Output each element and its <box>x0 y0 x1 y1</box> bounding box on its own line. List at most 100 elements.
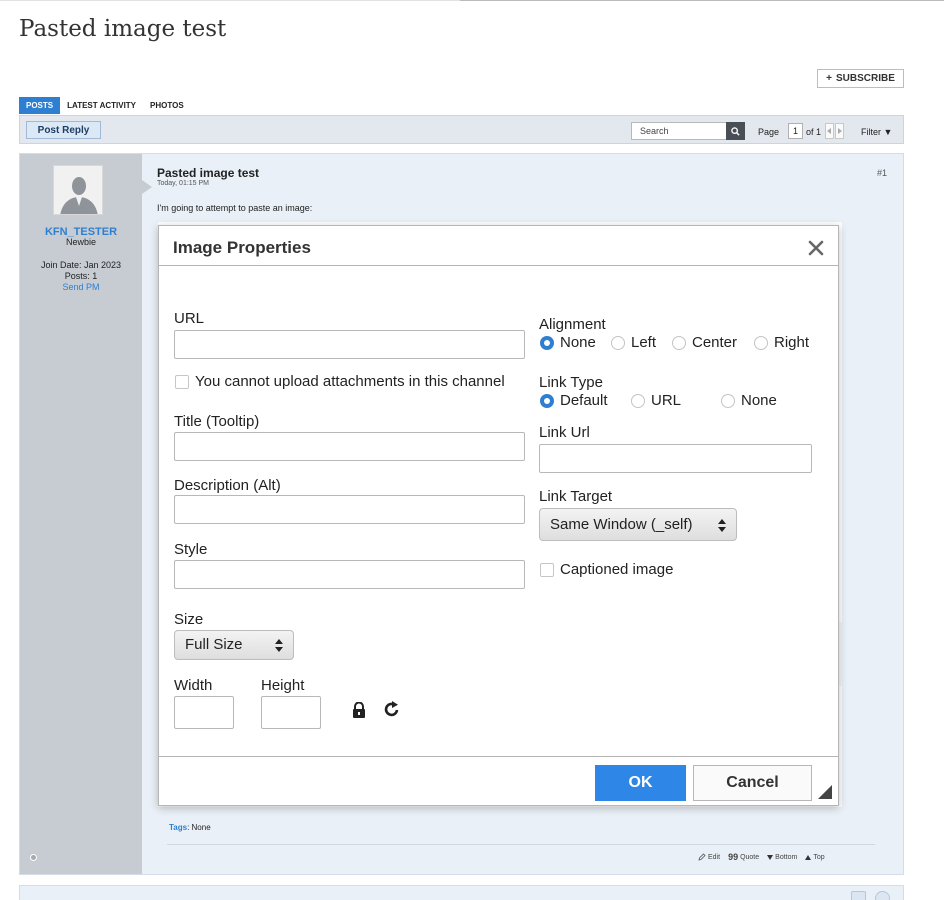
alignment-right-label: Right <box>774 334 810 351</box>
captioned-image-checkbox[interactable] <box>540 563 554 577</box>
caret-right-icon <box>838 128 842 134</box>
post-date: Today, 01:15 PM <box>157 180 210 187</box>
bottom-label: Bottom <box>775 853 798 861</box>
height-label: Height <box>261 677 305 694</box>
dialog-footer: OK Cancel <box>159 756 838 805</box>
description-alt-label: Description (Alt) <box>174 477 281 494</box>
width-label: Width <box>174 677 213 694</box>
post-action-button[interactable] <box>851 891 866 900</box>
upload-note: You cannot upload attachments in this ch… <box>195 373 505 390</box>
edit-button[interactable]: Edit <box>698 852 720 862</box>
post-count: Posts: 1 <box>64 271 98 281</box>
height-field[interactable] <box>261 696 321 729</box>
triangle-down-icon <box>767 854 774 860</box>
select-arrows-icon <box>275 639 283 652</box>
link-type-none-radio[interactable] <box>721 394 735 408</box>
upload-checkbox <box>175 375 189 389</box>
resize-grip-icon[interactable] <box>818 785 832 799</box>
post-body-text: I'm going to attempt to paste an image: <box>157 203 313 213</box>
post-reply-button[interactable]: Post Reply <box>26 121 101 139</box>
send-pm-link[interactable]: Send PM <box>20 282 142 292</box>
triangle-up-icon <box>805 854 812 860</box>
post-title: Pasted image test <box>157 166 260 180</box>
top-divider <box>0 0 944 1</box>
post-number-link[interactable]: #1 <box>877 168 887 178</box>
link-target-value: Same Window (_self) <box>550 516 693 533</box>
alignment-none-radio[interactable] <box>540 336 554 350</box>
dialog-title: Image Properties <box>173 238 311 257</box>
next-page-button[interactable] <box>835 123 844 139</box>
top-label: Top <box>813 853 825 861</box>
join-date: Join Date: Jan 2023 <box>40 260 122 270</box>
plus-icon: + <box>826 73 832 84</box>
search-button[interactable] <box>726 122 745 140</box>
channel-tabs: POSTS LATEST ACTIVITY PHOTOS <box>19 97 191 114</box>
size-select-value: Full Size <box>185 636 243 653</box>
close-icon[interactable] <box>807 239 825 257</box>
post-divider <box>167 844 875 845</box>
subscribe-label: SUBSCRIBE <box>835 73 895 84</box>
link-type-default-label: Default <box>560 392 608 409</box>
link-target-select[interactable]: Same Window (_self) <box>539 508 737 541</box>
captioned-image-label: Captioned image <box>560 561 674 578</box>
user-rank: Newbie <box>65 237 96 247</box>
dialog-header: Image Properties <box>159 226 838 266</box>
filter-dropdown[interactable]: Filter ▼ <box>861 127 892 137</box>
top-button[interactable]: Top <box>805 852 825 862</box>
subscribe-button[interactable]: + SUBSCRIBE <box>817 69 904 88</box>
user-info-column: KFN_TESTER Newbie Join Date: Jan 2023 Po… <box>20 154 142 874</box>
lock-icon[interactable] <box>352 702 366 718</box>
cancel-button[interactable]: Cancel <box>693 765 812 801</box>
post-controls: Edit 99 Quote Bottom Top <box>698 852 825 862</box>
caret-left-icon <box>827 128 831 134</box>
tab-latest-activity[interactable]: LATEST ACTIVITY <box>60 97 143 114</box>
link-url-field[interactable] <box>539 444 812 473</box>
style-label: Style <box>174 541 208 558</box>
tags-label[interactable]: Tags <box>169 823 187 832</box>
url-field[interactable] <box>174 330 525 359</box>
search-icon <box>731 126 740 136</box>
alignment-label: Alignment <box>539 316 606 333</box>
bottom-button[interactable]: Bottom <box>767 852 797 862</box>
default-avatar-icon <box>54 166 102 214</box>
link-target-label: Link Target <box>539 488 613 505</box>
url-label: URL <box>174 310 205 327</box>
tab-posts[interactable]: POSTS <box>19 97 61 114</box>
post-tags: Tags: None <box>169 823 211 832</box>
tab-photos[interactable]: PHOTOS <box>143 97 191 114</box>
next-post-container <box>19 885 904 900</box>
alignment-left-label: Left <box>631 334 657 351</box>
alignment-center-radio[interactable] <box>672 336 686 350</box>
link-type-url-radio[interactable] <box>631 394 645 408</box>
refresh-icon[interactable] <box>384 701 400 718</box>
page-number-input[interactable]: 1 <box>788 123 803 139</box>
page-label: Page <box>758 127 780 137</box>
alignment-left-radio[interactable] <box>611 336 625 350</box>
width-field[interactable] <box>174 696 234 729</box>
ok-button[interactable]: OK <box>595 765 686 801</box>
tags-value: : None <box>187 823 211 832</box>
size-select[interactable]: Full Size <box>174 630 294 660</box>
link-type-default-radio[interactable] <box>540 394 554 408</box>
pencil-icon <box>698 853 706 861</box>
alignment-right-radio[interactable] <box>754 336 768 350</box>
select-arrows-icon <box>718 519 726 532</box>
top-divider-mark <box>460 0 944 1</box>
edit-label: Edit <box>708 853 721 861</box>
quote-label: Quote <box>740 853 760 861</box>
prev-page-button[interactable] <box>825 123 834 139</box>
search-input[interactable]: Search <box>631 122 727 140</box>
user-column-pointer <box>142 180 152 194</box>
online-status-icon <box>30 854 37 861</box>
style-field[interactable] <box>174 560 525 589</box>
quote-button[interactable]: 99 Quote <box>728 852 759 862</box>
post-menu-button[interactable] <box>875 891 890 900</box>
alignment-center-label: Center <box>692 334 738 351</box>
alignment-none-label: None <box>560 334 596 351</box>
link-url-label: Link Url <box>539 424 590 441</box>
size-label: Size <box>174 611 204 628</box>
avatar[interactable] <box>53 165 103 215</box>
page-title: Pasted image test <box>19 16 227 42</box>
title-tooltip-field[interactable] <box>174 432 525 461</box>
description-alt-field[interactable] <box>174 495 525 524</box>
